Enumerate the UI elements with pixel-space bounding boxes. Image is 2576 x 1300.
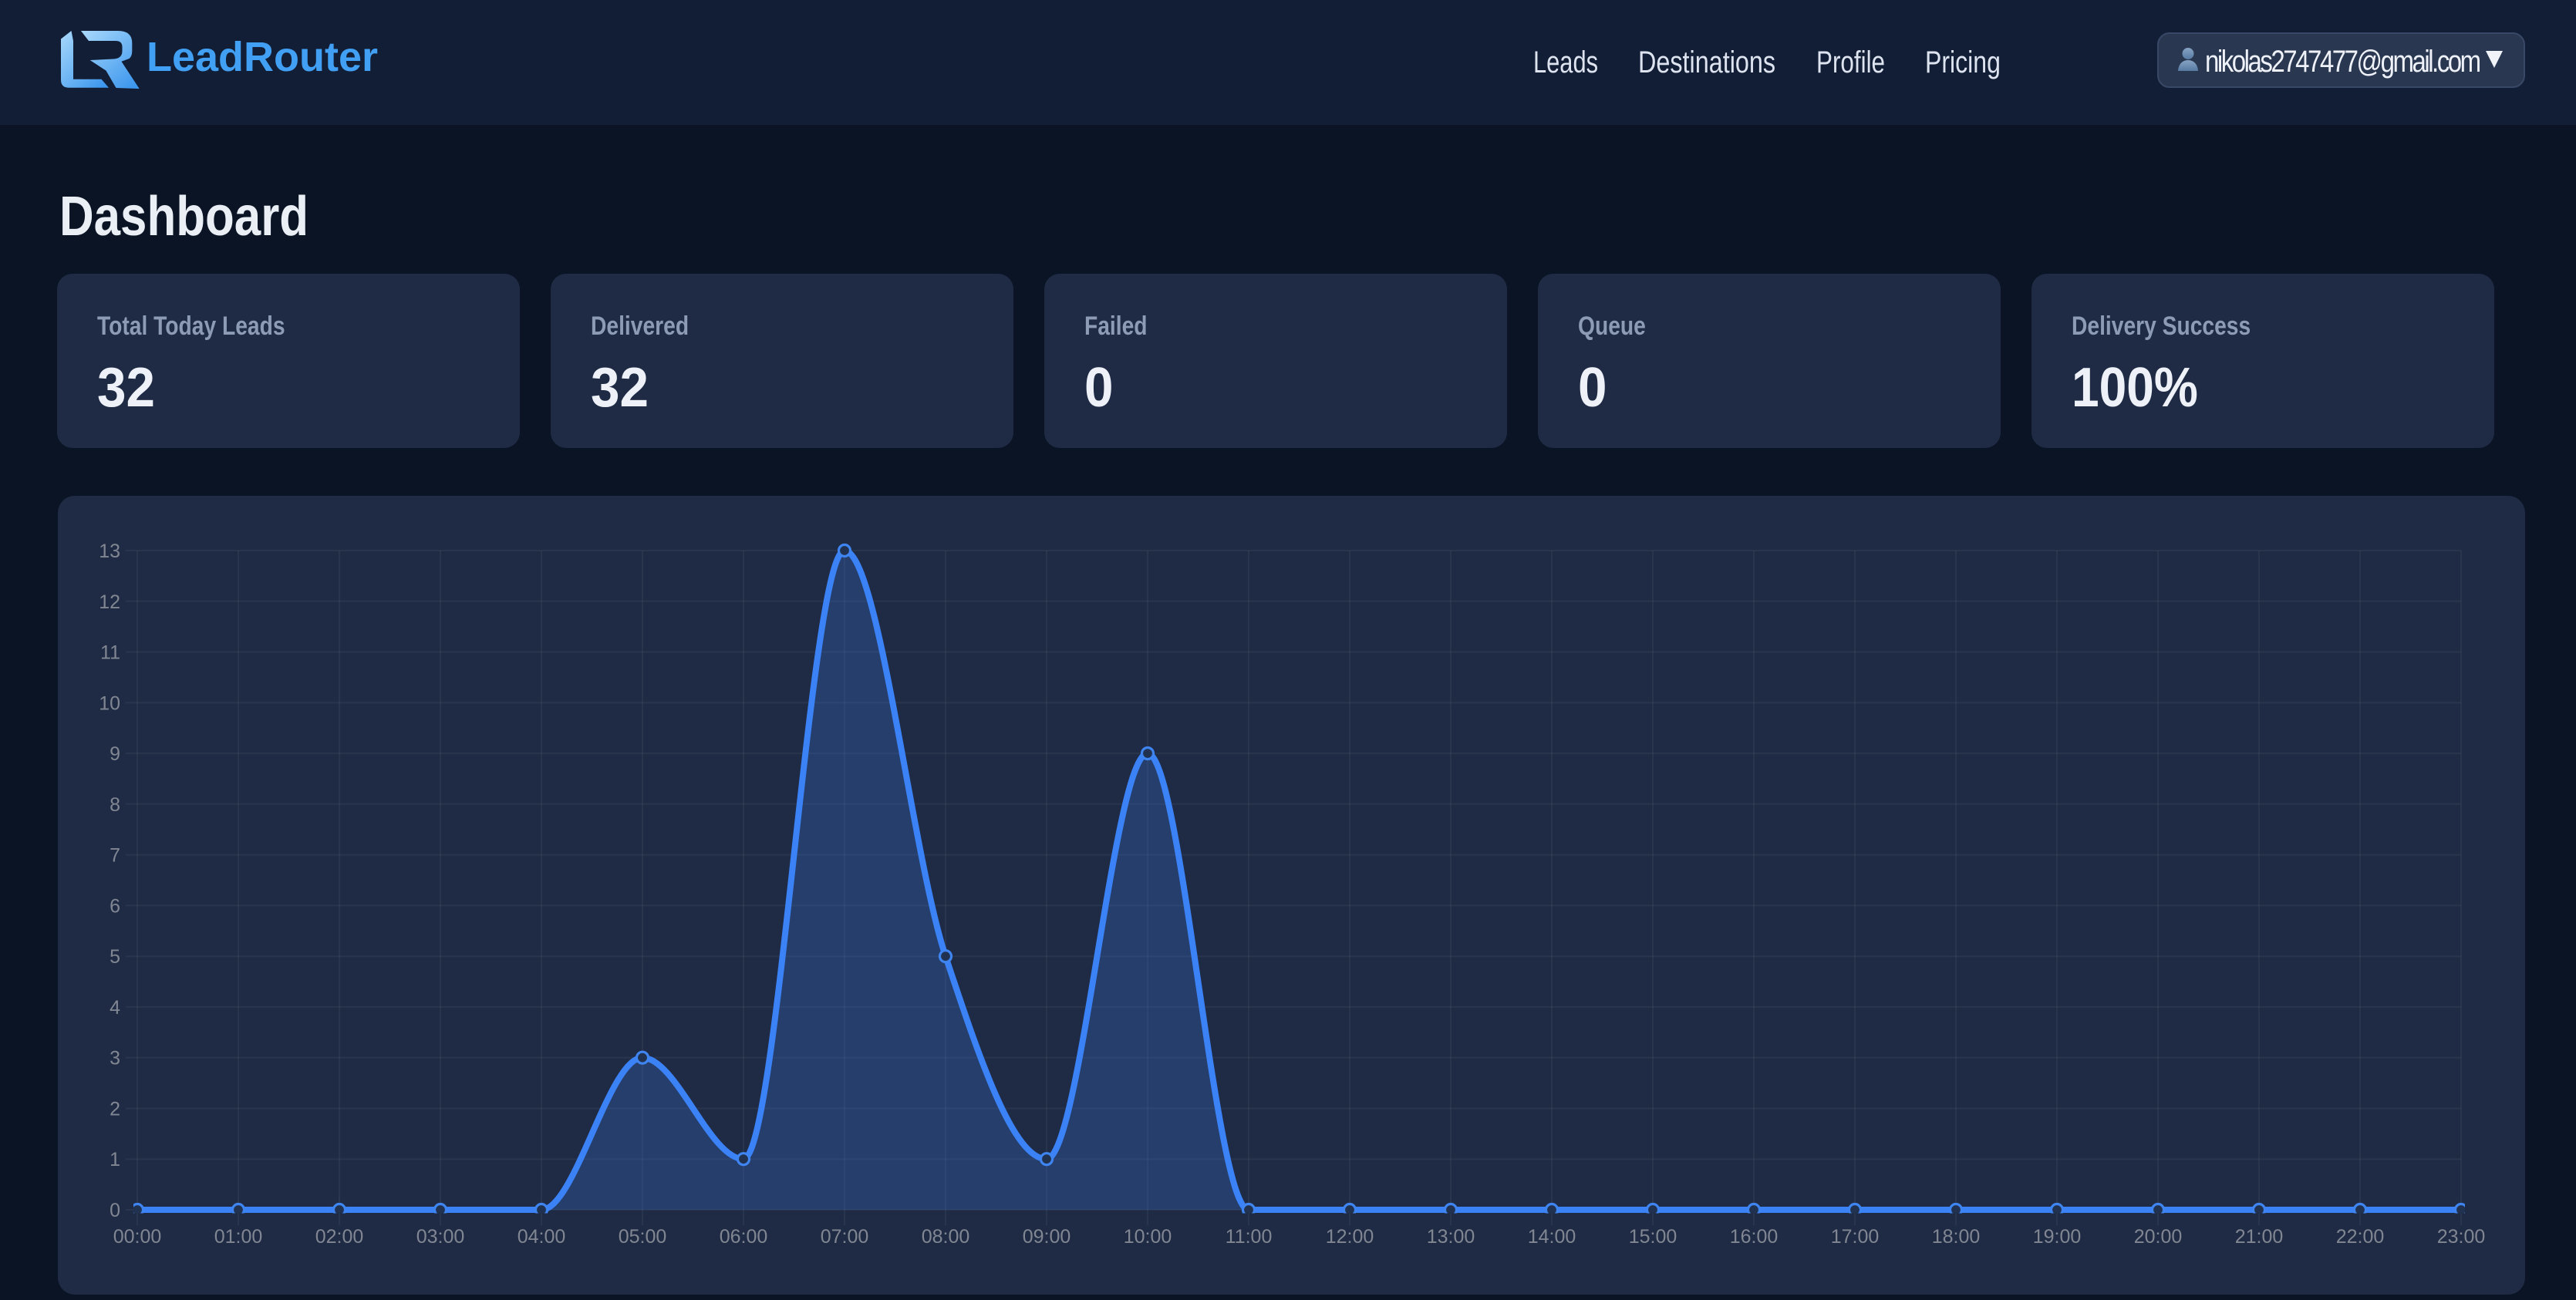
svg-text:05:00: 05:00: [619, 1226, 667, 1248]
svg-text:10: 10: [99, 692, 120, 714]
svg-text:10:00: 10:00: [1124, 1226, 1172, 1248]
svg-text:8: 8: [110, 794, 120, 816]
svg-text:5: 5: [110, 946, 120, 968]
svg-text:22:00: 22:00: [2336, 1226, 2385, 1248]
svg-text:18:00: 18:00: [1932, 1226, 1981, 1248]
svg-text:09:00: 09:00: [1023, 1226, 1071, 1248]
svg-text:00:00: 00:00: [113, 1226, 162, 1248]
svg-text:13: 13: [99, 541, 120, 562]
svg-text:1: 1: [110, 1149, 120, 1170]
svg-text:0: 0: [110, 1200, 120, 1221]
svg-text:16:00: 16:00: [1730, 1226, 1779, 1248]
svg-text:9: 9: [110, 743, 120, 765]
svg-text:12: 12: [99, 591, 120, 613]
svg-text:19:00: 19:00: [2033, 1226, 2082, 1248]
svg-text:2: 2: [110, 1099, 120, 1120]
svg-text:02:00: 02:00: [315, 1226, 364, 1248]
svg-text:08:00: 08:00: [922, 1226, 970, 1248]
svg-text:20:00: 20:00: [2134, 1226, 2183, 1248]
svg-text:23:00: 23:00: [2437, 1226, 2486, 1248]
svg-text:12:00: 12:00: [1326, 1226, 1374, 1248]
svg-text:04:00: 04:00: [518, 1226, 566, 1248]
svg-text:15:00: 15:00: [1629, 1226, 1677, 1248]
svg-text:21:00: 21:00: [2235, 1226, 2284, 1248]
svg-text:13:00: 13:00: [1427, 1226, 1475, 1248]
svg-text:11:00: 11:00: [1226, 1226, 1273, 1248]
svg-text:06:00: 06:00: [720, 1226, 768, 1248]
svg-text:3: 3: [110, 1048, 120, 1069]
svg-text:11: 11: [100, 642, 120, 664]
svg-text:07:00: 07:00: [821, 1226, 869, 1248]
svg-text:4: 4: [110, 997, 120, 1019]
svg-text:01:00: 01:00: [214, 1226, 263, 1248]
svg-text:6: 6: [110, 895, 120, 917]
svg-text:7: 7: [110, 845, 120, 867]
svg-text:14:00: 14:00: [1528, 1226, 1576, 1248]
svg-text:17:00: 17:00: [1831, 1226, 1880, 1248]
svg-text:03:00: 03:00: [416, 1226, 465, 1248]
